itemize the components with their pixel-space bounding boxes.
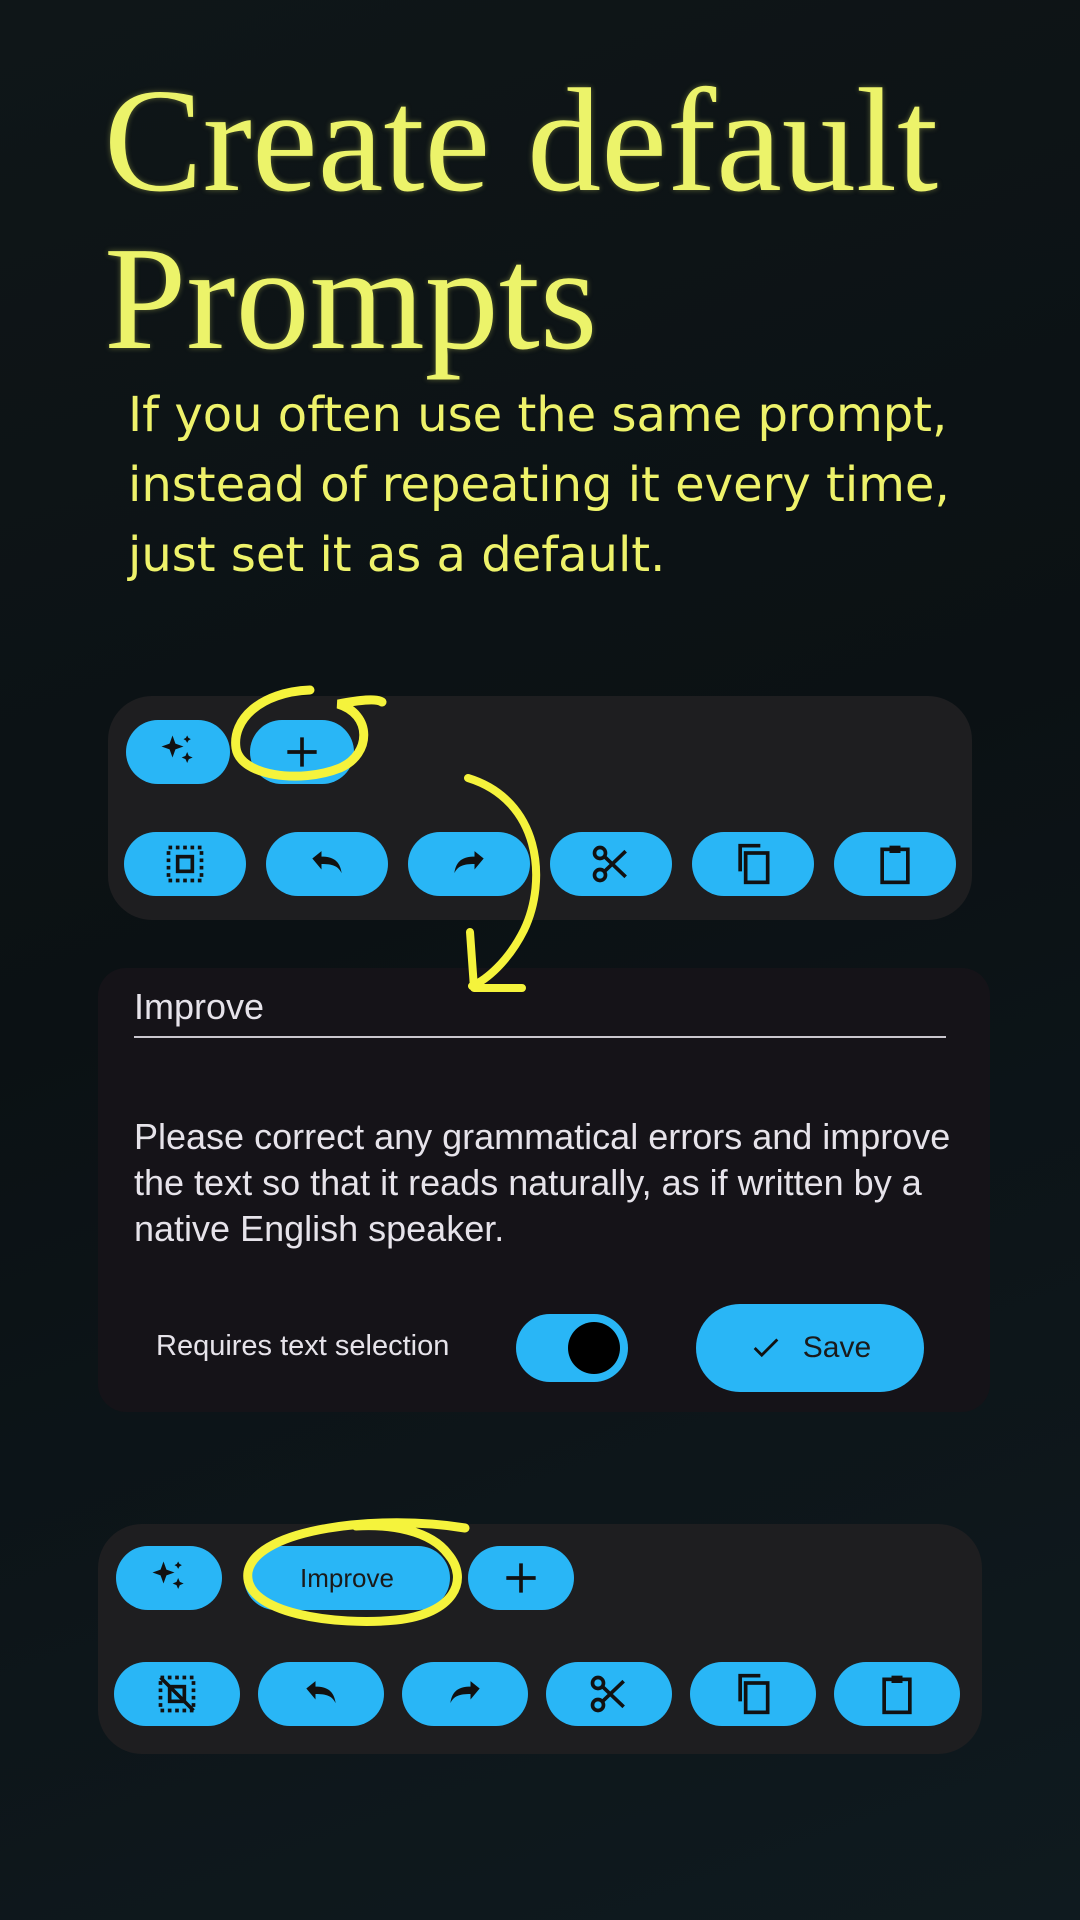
sparkles-icon xyxy=(152,1561,184,1589)
cut-icon xyxy=(592,845,627,883)
sparkles-icon xyxy=(161,735,193,763)
improve-chip-label: Improve xyxy=(300,1562,394,1593)
paste-button[interactable] xyxy=(834,832,956,896)
undo-button[interactable] xyxy=(258,1662,384,1726)
undo-button[interactable] xyxy=(266,832,388,896)
check-icon xyxy=(753,1338,779,1358)
save-button-label: Save xyxy=(802,1331,872,1364)
redo-icon xyxy=(450,1681,480,1704)
copy-button[interactable] xyxy=(692,832,814,896)
headline: Create default Prompts xyxy=(104,62,1024,378)
prompt-editor-card: Improve Please correct any grammatical e… xyxy=(98,968,990,1412)
cut-button[interactable] xyxy=(550,832,672,896)
add-prompt-button[interactable] xyxy=(250,720,354,784)
save-button[interactable]: Save xyxy=(696,1304,924,1392)
ai-prompts-button[interactable] xyxy=(126,720,230,784)
toolbar-panel-top xyxy=(108,696,972,920)
headline-line-2: Prompts xyxy=(104,217,598,381)
paste-icon xyxy=(880,845,910,885)
paste-button[interactable] xyxy=(834,1662,960,1726)
prompt-title-field[interactable]: Improve xyxy=(134,986,946,1038)
plus-icon xyxy=(506,1563,536,1593)
select-all-icon xyxy=(166,845,204,883)
requires-selection-toggle[interactable] xyxy=(516,1314,628,1382)
headline-line-1: Create default xyxy=(104,59,939,223)
improve-prompt-chip[interactable]: Improve xyxy=(244,1546,450,1610)
undo-icon xyxy=(312,851,342,874)
plus-icon xyxy=(287,737,317,767)
copy-icon xyxy=(738,843,770,885)
toolbar-panel-bottom: Improve xyxy=(98,1524,982,1754)
ai-prompts-button[interactable] xyxy=(116,1546,222,1610)
redo-button[interactable] xyxy=(408,832,530,896)
cut-icon xyxy=(590,1675,625,1713)
copy-icon xyxy=(738,1673,770,1715)
redo-icon xyxy=(454,851,484,874)
paste-icon xyxy=(882,1675,912,1715)
requires-selection-label: Requires text selection xyxy=(156,1330,450,1362)
toggle-knob xyxy=(568,1322,620,1374)
select-all-button[interactable] xyxy=(124,832,246,896)
deselect-icon xyxy=(158,1675,196,1713)
undo-icon xyxy=(306,1681,336,1704)
deselect-button[interactable] xyxy=(114,1662,240,1726)
copy-button[interactable] xyxy=(690,1662,816,1726)
prompt-text-field[interactable]: Please correct any grammatical errors an… xyxy=(134,1114,964,1252)
cut-button[interactable] xyxy=(546,1662,672,1726)
redo-button[interactable] xyxy=(402,1662,528,1726)
subtitle: If you often use the same prompt, instea… xyxy=(128,387,950,583)
add-prompt-button[interactable] xyxy=(468,1546,574,1610)
